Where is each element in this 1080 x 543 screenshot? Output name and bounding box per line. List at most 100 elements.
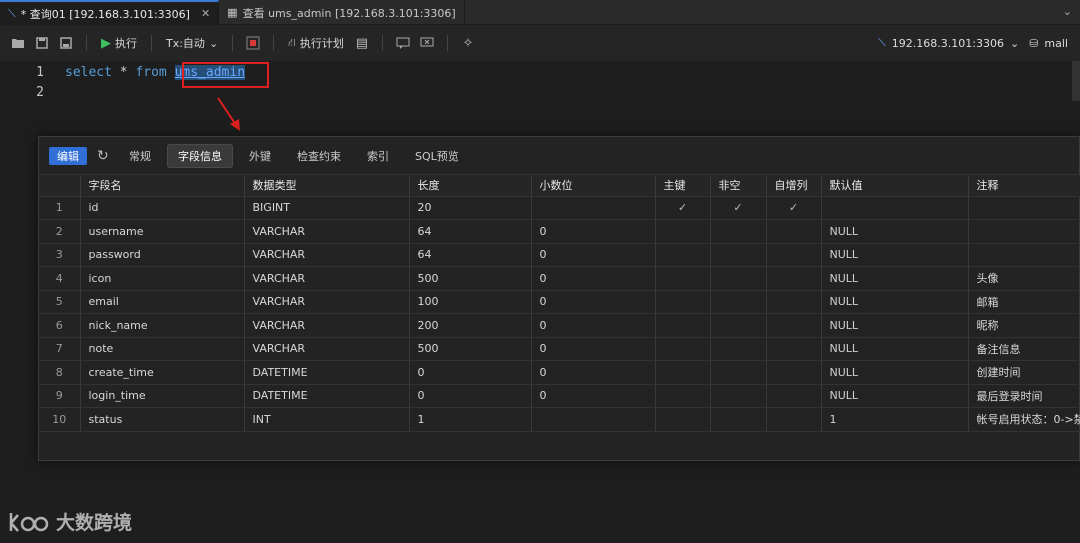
cell-rownum[interactable]: 6 (39, 313, 81, 338)
cell-data-type[interactable]: VARCHAR (244, 337, 410, 361)
cell-scale[interactable]: 0 (531, 266, 656, 291)
cell-auto-increment[interactable] (766, 290, 822, 314)
cell-comment[interactable] (968, 196, 1080, 220)
table-row[interactable]: 9 login_time DATETIME 0 0 NULL 最后登录时间 (39, 384, 1080, 408)
cell-data-type[interactable]: VARCHAR (244, 266, 410, 291)
cell-auto-increment[interactable] (766, 407, 822, 432)
cell-not-null[interactable] (710, 243, 767, 267)
tab-foreign-keys[interactable]: 外键 (239, 145, 281, 167)
vertical-scrollbar[interactable] (1072, 61, 1080, 101)
format-icon[interactable]: ▤ (352, 33, 372, 53)
cell-field-name[interactable]: id (80, 196, 245, 220)
table-row[interactable]: 7 note VARCHAR 500 0 NULL 备注信息 (39, 337, 1080, 361)
chevron-down-icon[interactable]: ⌄ (1063, 5, 1072, 18)
tab-indexes[interactable]: 索引 (357, 145, 399, 167)
cell-scale[interactable]: 0 (531, 313, 656, 338)
cell-rownum[interactable]: 2 (39, 219, 81, 244)
header-auto-increment[interactable]: 自增列 (766, 175, 822, 197)
cell-data-type[interactable]: DATETIME (244, 384, 410, 408)
cell-default[interactable]: 1 (821, 407, 969, 432)
cell-rownum[interactable]: 10 (39, 407, 81, 432)
cell-auto-increment[interactable] (766, 313, 822, 338)
cell-primary-key[interactable] (655, 360, 711, 385)
cell-length[interactable]: 100 (409, 290, 532, 314)
tab-field-info[interactable]: 字段信息 (167, 143, 233, 168)
cell-length[interactable]: 1 (409, 407, 532, 432)
cell-default[interactable]: NULL (821, 313, 969, 338)
cell-scale[interactable]: 0 (531, 360, 656, 385)
cell-comment[interactable]: 最后登录时间 (968, 384, 1080, 408)
cell-not-null[interactable] (710, 313, 767, 338)
cell-comment[interactable]: 帐号启用状态：0->禁 (968, 407, 1080, 432)
cell-not-null[interactable] (710, 219, 767, 244)
cell-not-null[interactable] (710, 290, 767, 314)
cell-field-name[interactable]: email (80, 290, 245, 314)
cell-auto-increment[interactable] (766, 243, 822, 267)
table-row[interactable]: 10 status INT 1 1 帐号启用状态：0->禁 (39, 407, 1080, 432)
cell-rownum[interactable]: 5 (39, 290, 81, 314)
open-folder-icon[interactable] (8, 33, 28, 53)
cell-data-type[interactable]: VARCHAR (244, 290, 410, 314)
cell-data-type[interactable]: DATETIME (244, 360, 410, 385)
cell-length[interactable]: 20 (409, 196, 532, 220)
cell-length[interactable]: 500 (409, 337, 532, 361)
cell-field-name[interactable]: username (80, 219, 245, 244)
cell-primary-key[interactable] (655, 243, 711, 267)
cell-rownum[interactable]: 4 (39, 266, 81, 291)
cell-default[interactable]: NULL (821, 219, 969, 244)
cell-default[interactable]: NULL (821, 266, 969, 291)
cell-default[interactable] (821, 196, 969, 220)
cell-auto-increment[interactable] (766, 266, 822, 291)
cell-rownum[interactable]: 7 (39, 337, 81, 361)
cell-data-type[interactable]: VARCHAR (244, 219, 410, 244)
cell-scale[interactable] (531, 196, 656, 220)
cell-not-null[interactable] (710, 407, 767, 432)
cell-data-type[interactable]: VARCHAR (244, 243, 410, 267)
header-default[interactable]: 默认值 (821, 175, 969, 197)
cell-scale[interactable] (531, 407, 656, 432)
cell-scale[interactable]: 0 (531, 337, 656, 361)
cell-field-name[interactable]: nick_name (80, 313, 245, 338)
cell-scale[interactable]: 0 (531, 219, 656, 244)
cell-default[interactable]: NULL (821, 360, 969, 385)
cell-primary-key[interactable] (655, 266, 711, 291)
cell-length[interactable]: 500 (409, 266, 532, 291)
cell-comment[interactable]: 备注信息 (968, 337, 1080, 361)
cell-comment[interactable]: 创建时间 (968, 360, 1080, 385)
stop-icon[interactable] (243, 33, 263, 53)
cell-not-null[interactable] (710, 337, 767, 361)
cell-scale[interactable]: 0 (531, 290, 656, 314)
cell-rownum[interactable]: 9 (39, 384, 81, 408)
cell-field-name[interactable]: note (80, 337, 245, 361)
cell-primary-key[interactable] (655, 290, 711, 314)
header-scale[interactable]: 小数位 (531, 175, 656, 197)
cell-field-name[interactable]: status (80, 407, 245, 432)
table-row[interactable]: 6 nick_name VARCHAR 200 0 NULL 昵称 (39, 313, 1080, 338)
tab-view-ums-admin[interactable]: ▦ 查看 ums_admin [192.168.3.101:3306] (219, 0, 465, 25)
comment-icon[interactable] (393, 33, 413, 53)
cell-default[interactable]: NULL (821, 290, 969, 314)
cell-field-name[interactable]: login_time (80, 384, 245, 408)
cell-primary-key[interactable]: ✓ (655, 196, 711, 220)
cell-scale[interactable]: 0 (531, 243, 656, 267)
cell-length[interactable]: 200 (409, 313, 532, 338)
cell-default[interactable]: NULL (821, 243, 969, 267)
tab-sql-preview[interactable]: SQL预览 (405, 145, 469, 167)
cell-primary-key[interactable] (655, 407, 711, 432)
cell-comment[interactable]: 邮箱 (968, 290, 1080, 314)
cell-length[interactable]: 64 (409, 243, 532, 267)
cell-comment[interactable]: 昵称 (968, 313, 1080, 338)
table-row[interactable]: 2 username VARCHAR 64 0 NULL (39, 219, 1080, 244)
cell-primary-key[interactable] (655, 337, 711, 361)
cell-data-type[interactable]: BIGINT (244, 196, 410, 220)
cell-not-null[interactable] (710, 266, 767, 291)
cell-rownum[interactable]: 1 (39, 196, 81, 220)
cell-comment[interactable] (968, 243, 1080, 267)
tab-check-constraints[interactable]: 检查约束 (287, 145, 351, 167)
cell-primary-key[interactable] (655, 384, 711, 408)
save-as-icon[interactable] (56, 33, 76, 53)
cell-auto-increment[interactable]: ✓ (766, 196, 822, 220)
cell-primary-key[interactable] (655, 219, 711, 244)
header-field-name[interactable]: 字段名 (80, 175, 245, 197)
header-primary-key[interactable]: 主键 (655, 175, 711, 197)
